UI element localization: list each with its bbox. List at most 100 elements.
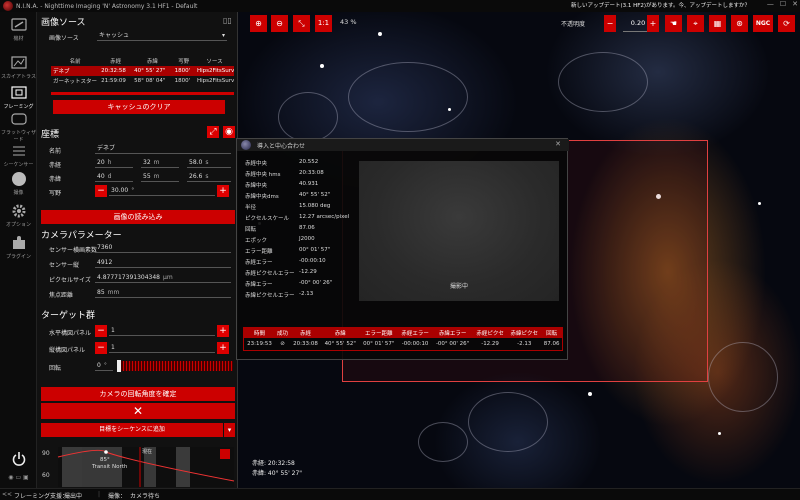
- result-value: -12.29: [299, 269, 317, 275]
- fit-view-icon[interactable]: ⤡: [293, 15, 310, 32]
- book-icon[interactable]: ▯▯: [223, 16, 232, 25]
- minimize-icon[interactable]: —: [767, 0, 774, 8]
- h-panels-increment-button[interactable]: +: [217, 325, 229, 337]
- table-row[interactable]: ガーネットスター 21:59:09 58° 08' 04" 1800' Hips…: [51, 76, 234, 86]
- framing-status-value: 撮出中: [64, 493, 83, 500]
- update-notice[interactable]: 新しいアップデート(3.1 HF2)があります。今、アップデートしますか？: [571, 1, 750, 9]
- add-to-sequence-button[interactable]: 目標をシーケンスに追加: [41, 423, 223, 437]
- dec-minutes-input[interactable]: 55 m: [141, 172, 179, 182]
- table-header[interactable]: 赤経エラー: [398, 327, 433, 338]
- image-source-table: 名前 赤経 赤緯 写野 ソース デネブ 20:32:58 40° 55' 27"…: [51, 56, 234, 86]
- grid-icon[interactable]: ▦: [709, 15, 726, 32]
- nav-item-equipment[interactable]: 機材: [0, 16, 37, 42]
- collapse-icon[interactable]: <<: [2, 491, 12, 498]
- location-pin-icon[interactable]: ◉: [223, 126, 235, 138]
- v-panels-decrement-button[interactable]: −: [95, 342, 107, 354]
- h-panels-decrement-button[interactable]: −: [95, 325, 107, 337]
- h-panels-input[interactable]: 1: [109, 326, 215, 336]
- sensor-width-input[interactable]: 7360: [95, 243, 231, 253]
- table-row[interactable]: 23:19:53 ⊘ 20:33:08 40° 55' 52" 00° 01' …: [244, 338, 563, 351]
- nav-item-sequencer[interactable]: シーケンサー: [0, 142, 37, 168]
- clear-cache-button[interactable]: キャッシュのクリア: [53, 100, 225, 114]
- add-sequence-dropdown[interactable]: ▾: [224, 423, 235, 437]
- hand-pan-icon[interactable]: ☚: [665, 15, 682, 32]
- rotation-slider-handle[interactable]: [117, 360, 121, 372]
- table-cell: 20:33:08: [293, 341, 318, 347]
- ra-label: 赤経: [49, 162, 62, 169]
- night-band: [176, 447, 190, 487]
- nav-item-flat-wizard[interactable]: フラットウィザード: [0, 110, 37, 143]
- table-cell: 87.06: [543, 341, 560, 347]
- sensor-width-label: センサー横画素数: [49, 247, 98, 254]
- result-key: 赤緯エラー: [245, 282, 273, 288]
- rotation-slider[interactable]: [117, 360, 233, 372]
- eye-icon[interactable]: ◉: [8, 474, 13, 481]
- table-header[interactable]: 赤緯: [132, 56, 172, 66]
- scale-1to1-button[interactable]: 1:1: [315, 15, 332, 32]
- table-cell: 40° 55' 52": [324, 341, 356, 347]
- opacity-increment-button[interactable]: +: [647, 15, 659, 32]
- v-panels-increment-button[interactable]: +: [217, 342, 229, 354]
- star: [718, 432, 721, 435]
- close-icon[interactable]: ✕: [792, 0, 798, 8]
- dso-outline: [348, 62, 468, 132]
- table-header[interactable]: 写野: [173, 56, 195, 66]
- table-header[interactable]: エラー距離: [359, 327, 399, 338]
- image-source-value: キャッシュ: [99, 32, 130, 39]
- chart-toggle-icon[interactable]: [220, 449, 230, 459]
- star: [378, 32, 382, 36]
- table-header[interactable]: 時間: [243, 327, 275, 338]
- dialog-close-icon[interactable]: ✕: [555, 140, 561, 148]
- dec-seconds-input[interactable]: 26.6 s: [187, 172, 231, 182]
- load-image-button[interactable]: 画像の読み込み: [41, 210, 235, 224]
- dec-degrees-input[interactable]: 40 d: [95, 172, 133, 182]
- nav-item-options[interactable]: オプション: [0, 202, 37, 228]
- sensor-height-input[interactable]: 4912: [95, 258, 231, 268]
- globe-icon[interactable]: ⊛: [731, 15, 748, 32]
- power-button[interactable]: [0, 450, 37, 468]
- opacity-decrement-button[interactable]: −: [604, 15, 616, 32]
- table-header[interactable]: 成功: [274, 327, 291, 338]
- window-icon[interactable]: ▭: [15, 474, 21, 481]
- sync-icon[interactable]: ⟳: [778, 15, 795, 32]
- zoom-out-icon[interactable]: ⊖: [271, 15, 288, 32]
- table-header[interactable]: 赤経ピクセ: [473, 327, 508, 338]
- camera-small-icon[interactable]: ▣: [23, 474, 29, 481]
- target-name-input[interactable]: デネブ: [95, 144, 231, 154]
- fov-input[interactable]: 30.00 °: [109, 186, 215, 196]
- nav-item-plugins[interactable]: プラグイン: [0, 234, 37, 260]
- table-header[interactable]: 赤経: [99, 56, 132, 66]
- confirm-rotation-button[interactable]: カメラの回転角度を確定: [41, 387, 235, 401]
- table-header[interactable]: 赤緯ピクセ: [507, 327, 542, 338]
- table-header[interactable]: 名前: [51, 56, 99, 66]
- image-source-select[interactable]: キャッシュ ▾: [97, 31, 227, 41]
- star: [588, 392, 592, 396]
- coordinates-title: 座標: [41, 130, 60, 140]
- table-scrollbar[interactable]: [51, 92, 234, 95]
- v-panels-input[interactable]: 1: [109, 343, 215, 353]
- table-header[interactable]: 回転: [541, 327, 563, 338]
- pixel-size-input[interactable]: 4.877717391304348 μm: [95, 273, 231, 283]
- table-row[interactable]: デネブ 20:32:58 40° 55' 27" 1800' Hips2Fits…: [51, 66, 234, 76]
- table-header[interactable]: 赤緯エラー: [432, 327, 473, 338]
- table-header[interactable]: ソース: [195, 56, 234, 66]
- table-header[interactable]: 赤緯: [320, 327, 360, 338]
- ra-minutes-input[interactable]: 32 m: [141, 158, 179, 168]
- fov-decrement-button[interactable]: −: [95, 185, 107, 197]
- crosshair-icon[interactable]: ⌖: [687, 15, 704, 32]
- focal-length-input[interactable]: 85 mm: [95, 288, 231, 298]
- ra-hours-input[interactable]: 20 h: [95, 158, 133, 168]
- fov-increment-button[interactable]: +: [217, 185, 229, 197]
- zoom-in-icon[interactable]: ⊕: [250, 15, 267, 32]
- rotation-input[interactable]: 0 °: [95, 361, 113, 371]
- nav-item-atlas[interactable]: スカイアトラス: [0, 54, 37, 80]
- nav-item-imaging[interactable]: 撮像: [0, 170, 37, 196]
- imaging-status-value: カメラ待ち: [130, 493, 161, 500]
- ngc-toggle-button[interactable]: NGC: [753, 15, 773, 32]
- table-header[interactable]: 赤経: [290, 327, 321, 338]
- paste-coords-icon[interactable]: ⤢: [207, 126, 219, 138]
- maximize-icon[interactable]: ☐: [780, 0, 786, 8]
- ra-seconds-input[interactable]: 58.0 s: [187, 158, 231, 168]
- nav-item-framing[interactable]: フレーミング: [0, 84, 37, 110]
- cancel-x-button[interactable]: ✕: [41, 403, 235, 419]
